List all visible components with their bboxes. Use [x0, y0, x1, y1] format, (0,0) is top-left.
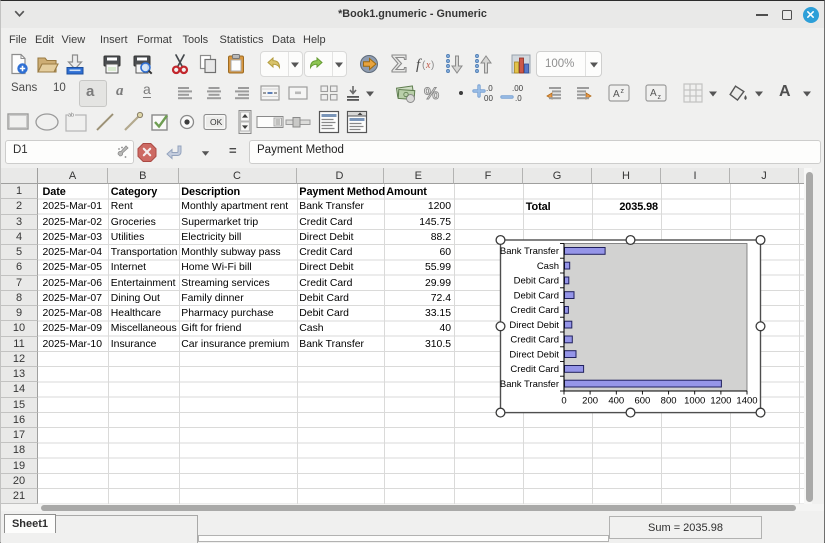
- svg-text:Bank Transfer: Bank Transfer: [500, 379, 559, 390]
- svg-text:800: 800: [661, 396, 677, 407]
- svg-text:Direct Debit: Direct Debit: [509, 349, 559, 360]
- svg-text:OK: OK: [210, 117, 223, 127]
- svg-text:200: 200: [582, 396, 598, 407]
- svg-text:0: 0: [561, 396, 566, 407]
- svg-text:1000: 1000: [684, 396, 705, 407]
- svg-text:ab: ab: [68, 113, 74, 119]
- svg-text:Bank Transfer: Bank Transfer: [500, 246, 559, 257]
- svg-text:00: 00: [484, 94, 493, 103]
- svg-text:A: A: [650, 88, 657, 99]
- svg-text:.00: .00: [512, 84, 524, 93]
- svg-text:Credit Card: Credit Card: [510, 335, 559, 346]
- svg-text:1400: 1400: [736, 396, 757, 407]
- svg-text:A: A: [613, 89, 620, 100]
- svg-text:Credit Card: Credit Card: [510, 364, 559, 375]
- svg-text:Cash: Cash: [537, 261, 559, 272]
- svg-text:.0: .0: [486, 84, 493, 93]
- svg-text:): ): [431, 60, 434, 71]
- svg-text:%: %: [424, 84, 439, 103]
- svg-text:z: z: [657, 94, 661, 101]
- svg-text:.0: .0: [515, 94, 522, 103]
- svg-text:Debit Card: Debit Card: [514, 290, 559, 301]
- svg-text:600: 600: [634, 396, 650, 407]
- svg-text:1200: 1200: [710, 396, 731, 407]
- svg-text:Credit Card: Credit Card: [510, 305, 559, 316]
- svg-text:z: z: [621, 88, 625, 95]
- svg-text:Debit Card: Debit Card: [514, 276, 559, 287]
- svg-text:400: 400: [608, 396, 624, 407]
- svg-text:Direct Debit: Direct Debit: [509, 320, 559, 331]
